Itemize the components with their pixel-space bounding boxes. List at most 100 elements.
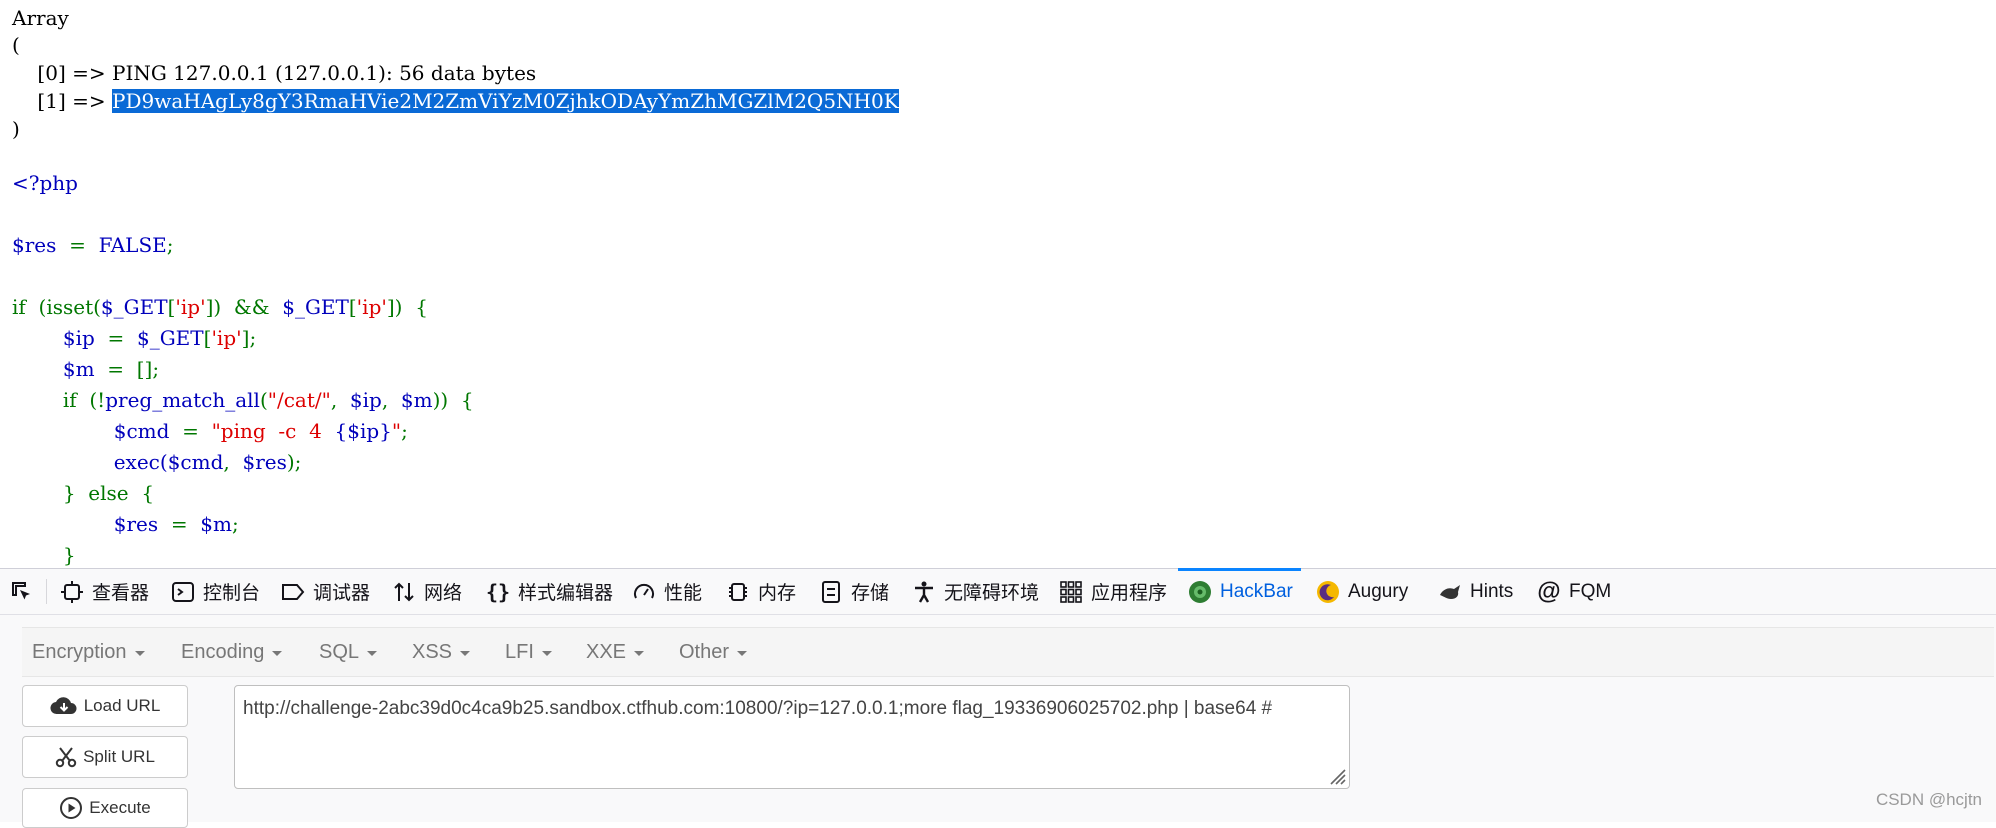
code-token: = — [158, 512, 201, 536]
tab-memory[interactable]: 内存 — [726, 569, 796, 614]
tab-accessibility[interactable]: 无障碍环境 — [912, 569, 1039, 614]
tab-label: Hints — [1470, 580, 1514, 602]
code-token: []; — [136, 357, 160, 381]
menu-sql[interactable]: SQL — [319, 628, 378, 676]
hints-icon — [1438, 580, 1462, 604]
accessibility-icon — [912, 580, 936, 604]
play-circle-icon — [60, 797, 83, 819]
tab-label: 性能 — [664, 583, 703, 604]
menu-lfi[interactable]: LFI — [505, 628, 552, 676]
watermark: CSDN @hcjtn — [1875, 790, 1982, 809]
tab-network[interactable]: 网络 — [392, 569, 462, 614]
code-token: )) { — [432, 388, 474, 412]
code-token: } — [62, 543, 76, 567]
split-url-button[interactable]: Split URL — [22, 736, 188, 778]
tab-debugger[interactable]: 调试器 — [281, 569, 370, 614]
resize-grip-icon[interactable] — [1326, 765, 1346, 785]
devtools-toolbar: 查看器 控制台 调试器 网络 {} 样式编辑器 性能 内存 存储 无障碍环境 应… — [0, 568, 1996, 615]
tab-inspector[interactable]: 查看器 — [60, 569, 149, 614]
menu-label: LFI — [505, 640, 534, 663]
code-token: ; — [232, 512, 239, 536]
console-icon — [171, 580, 195, 604]
tab-hints[interactable]: Hints — [1438, 569, 1513, 614]
tab-label: 内存 — [758, 583, 797, 604]
menu-encoding[interactable]: Encoding — [181, 628, 283, 676]
element-picker-icon — [10, 580, 34, 604]
menu-label: Encoding — [181, 640, 265, 663]
code-token: " — [391, 419, 402, 443]
output-line: Array — [12, 6, 69, 30]
selected-base64-text[interactable]: PD9waHAgLy8gY3RmaHVie2M2ZmViYzM0ZjhkODAy… — [112, 89, 899, 113]
url-textarea[interactable]: http://challenge-2abc39d0c4ca9b25.sandbo… — [234, 685, 1350, 789]
code-token: $_GET — [136, 326, 204, 350]
caret-down-icon — [737, 651, 748, 656]
code-token: , — [223, 450, 243, 474]
tab-augury[interactable]: Augury — [1316, 569, 1408, 614]
execute-button[interactable]: Execute — [22, 788, 188, 828]
storage-icon — [819, 580, 843, 604]
tab-label: 控制台 — [203, 583, 261, 604]
tab-fqm[interactable]: @ FQM — [1537, 569, 1611, 614]
code-token: preg_match_all — [105, 388, 260, 412]
menu-other[interactable]: Other — [679, 628, 748, 676]
code-token: $res — [12, 233, 57, 257]
element-picker-button[interactable] — [10, 569, 42, 614]
code-token: = — [94, 326, 137, 350]
tab-application[interactable]: 应用程序 — [1059, 569, 1167, 614]
code-token: $cmd — [167, 450, 224, 474]
code-token: 'ip' — [211, 326, 242, 350]
code-token: [ — [348, 295, 357, 319]
load-url-button[interactable]: Load URL — [22, 685, 188, 727]
code-token: if (isset( — [12, 295, 101, 319]
code-token: , — [330, 388, 350, 412]
caret-down-icon — [134, 651, 145, 656]
code-token: = — [94, 357, 137, 381]
tab-label: FQM — [1569, 580, 1612, 602]
code-token: ]) && — [205, 295, 283, 319]
code-token: = — [169, 419, 212, 443]
tab-label: HackBar — [1220, 580, 1293, 602]
code-token: if (! — [62, 388, 106, 412]
code-token: $m — [62, 357, 95, 381]
code-token: $ip — [349, 388, 382, 412]
code-token: = — [56, 233, 99, 257]
code-token: 'ip' — [175, 295, 206, 319]
code-token: $ip — [62, 326, 95, 350]
code-token: $res — [242, 450, 287, 474]
menu-xxe[interactable]: XXE — [586, 628, 645, 676]
hackbar-icon — [1188, 580, 1212, 604]
caret-down-icon — [460, 651, 471, 656]
tab-style-editor[interactable]: {} 样式编辑器 — [486, 569, 613, 614]
fqm-icon: @ — [1537, 577, 1561, 605]
tab-performance[interactable]: 性能 — [632, 569, 702, 614]
performance-icon — [632, 580, 656, 604]
tab-storage[interactable]: 存储 — [819, 569, 889, 614]
tab-hackbar[interactable]: HackBar — [1178, 568, 1301, 614]
output-line-prefix: [1] => — [12, 89, 112, 113]
caret-down-icon — [367, 651, 378, 656]
output-line: ) — [12, 117, 20, 141]
menu-encryption[interactable]: Encryption — [32, 628, 145, 676]
tab-label: 应用程序 — [1091, 583, 1168, 604]
php-open-tag: <?php — [12, 171, 78, 195]
code-token: ]; — [241, 326, 257, 350]
code-token: $_GET — [100, 295, 168, 319]
tab-label: 调试器 — [313, 583, 371, 604]
button-label: Split URL — [83, 747, 155, 766]
output-line: [0] => PING 127.0.0.1 (127.0.0.1): 56 da… — [12, 61, 537, 85]
style-editor-icon: {} — [485, 579, 511, 604]
code-token: ); — [286, 450, 302, 474]
code-token: 'ip' — [356, 295, 387, 319]
output-line: [1] => PD9waHAgLy8gY3RmaHVie2M2ZmViYzM0Z… — [12, 87, 899, 115]
tab-label: Augury — [1348, 580, 1409, 602]
code-token: , — [381, 388, 401, 412]
code-token: exec( — [113, 450, 168, 474]
output-line: ( — [12, 33, 20, 57]
menu-xss[interactable]: XSS — [412, 628, 471, 676]
tab-console[interactable]: 控制台 — [171, 569, 260, 614]
cloud-download-icon — [50, 697, 77, 715]
code-token: FALSE — [98, 233, 167, 257]
menu-label: SQL — [319, 640, 360, 663]
code-token: {$ip} — [334, 419, 392, 443]
caret-down-icon — [634, 651, 645, 656]
